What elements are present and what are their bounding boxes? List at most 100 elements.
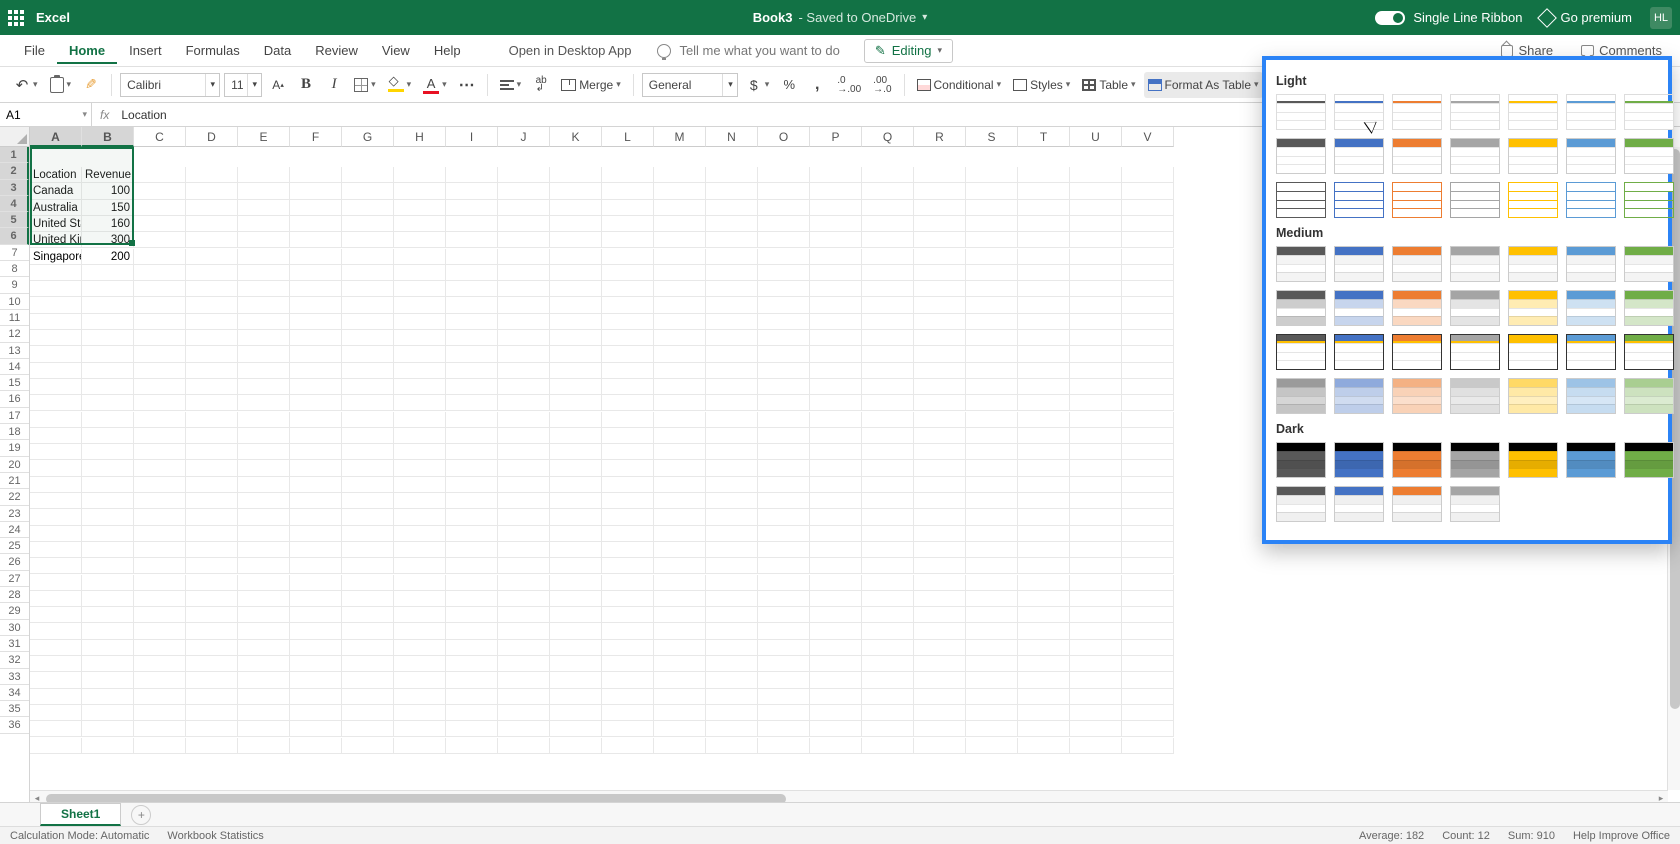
cell-D28[interactable] <box>186 607 238 623</box>
cell-L29[interactable] <box>602 623 654 639</box>
cell-F31[interactable] <box>290 656 342 672</box>
cell-I36[interactable] <box>446 738 498 754</box>
cell-N5[interactable] <box>706 232 758 248</box>
cell-D17[interactable] <box>186 428 238 444</box>
cell-P5[interactable] <box>810 232 862 248</box>
cell-E2[interactable] <box>238 183 290 199</box>
cell-C11[interactable] <box>134 330 186 346</box>
row-header-19[interactable]: 19 <box>0 440 29 456</box>
cell-L27[interactable] <box>602 591 654 607</box>
cell-J32[interactable] <box>498 672 550 688</box>
cell-L19[interactable] <box>602 460 654 476</box>
cell-K1[interactable] <box>550 167 602 183</box>
cell-M11[interactable] <box>654 330 706 346</box>
table-style-swatch[interactable] <box>1334 290 1384 326</box>
cell-M20[interactable] <box>654 477 706 493</box>
cell-L36[interactable] <box>602 738 654 754</box>
cell-I26[interactable] <box>446 575 498 591</box>
cell-H20[interactable] <box>394 477 446 493</box>
cell-N11[interactable] <box>706 330 758 346</box>
cell-Q31[interactable] <box>862 656 914 672</box>
col-header-B[interactable]: B <box>82 127 134 147</box>
cell-A11[interactable] <box>30 330 82 346</box>
cell-O7[interactable] <box>758 265 810 281</box>
cell-V8[interactable] <box>1122 281 1174 297</box>
cell-C22[interactable] <box>134 509 186 525</box>
cell-P26[interactable] <box>810 575 862 591</box>
cell-R21[interactable] <box>914 493 966 509</box>
cell-H3[interactable] <box>394 200 446 216</box>
cell-Q34[interactable] <box>862 705 914 721</box>
table-style-swatch[interactable] <box>1392 334 1442 370</box>
cell-B7[interactable] <box>82 265 134 281</box>
cell-H6[interactable] <box>394 249 446 265</box>
cell-A36[interactable] <box>30 738 82 754</box>
table-style-swatch[interactable] <box>1276 182 1326 218</box>
cell-V5[interactable] <box>1122 232 1174 248</box>
table-style-swatch[interactable] <box>1392 182 1442 218</box>
cell-G10[interactable] <box>342 314 394 330</box>
cell-B6[interactable]: 200 <box>82 249 134 265</box>
cell-J34[interactable] <box>498 705 550 721</box>
cell-U30[interactable] <box>1070 640 1122 656</box>
cell-D3[interactable] <box>186 200 238 216</box>
cell-E19[interactable] <box>238 460 290 476</box>
cell-R29[interactable] <box>914 623 966 639</box>
cell-B8[interactable] <box>82 281 134 297</box>
cell-U34[interactable] <box>1070 705 1122 721</box>
cell-P27[interactable] <box>810 591 862 607</box>
cell-N6[interactable] <box>706 249 758 265</box>
cell-P9[interactable] <box>810 297 862 313</box>
editing-mode-button[interactable]: ✎ Editing ▾ <box>864 39 953 63</box>
cell-J14[interactable] <box>498 379 550 395</box>
cell-I31[interactable] <box>446 656 498 672</box>
cell-I25[interactable] <box>446 558 498 574</box>
cell-E9[interactable] <box>238 297 290 313</box>
cell-H33[interactable] <box>394 689 446 705</box>
cell-D16[interactable] <box>186 412 238 428</box>
bold-button[interactable]: B <box>294 72 318 98</box>
cell-Q17[interactable] <box>862 428 914 444</box>
cell-U32[interactable] <box>1070 672 1122 688</box>
menu-tab-review[interactable]: Review <box>303 39 370 64</box>
cell-G13[interactable] <box>342 363 394 379</box>
cell-L4[interactable] <box>602 216 654 232</box>
cell-C34[interactable] <box>134 705 186 721</box>
cell-N35[interactable] <box>706 721 758 737</box>
cell-M21[interactable] <box>654 493 706 509</box>
cell-A22[interactable] <box>30 509 82 525</box>
cell-I11[interactable] <box>446 330 498 346</box>
cell-C16[interactable] <box>134 412 186 428</box>
name-box[interactable]: A1▾ <box>0 103 92 126</box>
cell-N4[interactable] <box>706 216 758 232</box>
cell-P2[interactable] <box>810 183 862 199</box>
cell-C24[interactable] <box>134 542 186 558</box>
cell-O31[interactable] <box>758 656 810 672</box>
menu-tab-home[interactable]: Home <box>57 39 117 64</box>
borders-button[interactable]: ▾ <box>350 72 380 98</box>
cell-G21[interactable] <box>342 493 394 509</box>
cell-M14[interactable] <box>654 379 706 395</box>
cell-E11[interactable] <box>238 330 290 346</box>
cell-Q28[interactable] <box>862 607 914 623</box>
cell-J11[interactable] <box>498 330 550 346</box>
cell-H26[interactable] <box>394 575 446 591</box>
table-style-swatch[interactable] <box>1566 290 1616 326</box>
cell-A5[interactable]: United Kin <box>30 232 82 248</box>
cell-E21[interactable] <box>238 493 290 509</box>
cell-A29[interactable] <box>30 623 82 639</box>
cell-S18[interactable] <box>966 444 1018 460</box>
cell-R7[interactable] <box>914 265 966 281</box>
increase-decimal-button[interactable]: .0→.00 <box>833 72 865 98</box>
cell-K5[interactable] <box>550 232 602 248</box>
cell-H15[interactable] <box>394 395 446 411</box>
cell-P33[interactable] <box>810 689 862 705</box>
table-style-swatch[interactable] <box>1508 182 1558 218</box>
cell-H30[interactable] <box>394 640 446 656</box>
cell-B31[interactable] <box>82 656 134 672</box>
cell-G6[interactable] <box>342 249 394 265</box>
cell-O26[interactable] <box>758 575 810 591</box>
cell-S25[interactable] <box>966 558 1018 574</box>
cell-Q25[interactable] <box>862 558 914 574</box>
cell-U22[interactable] <box>1070 509 1122 525</box>
